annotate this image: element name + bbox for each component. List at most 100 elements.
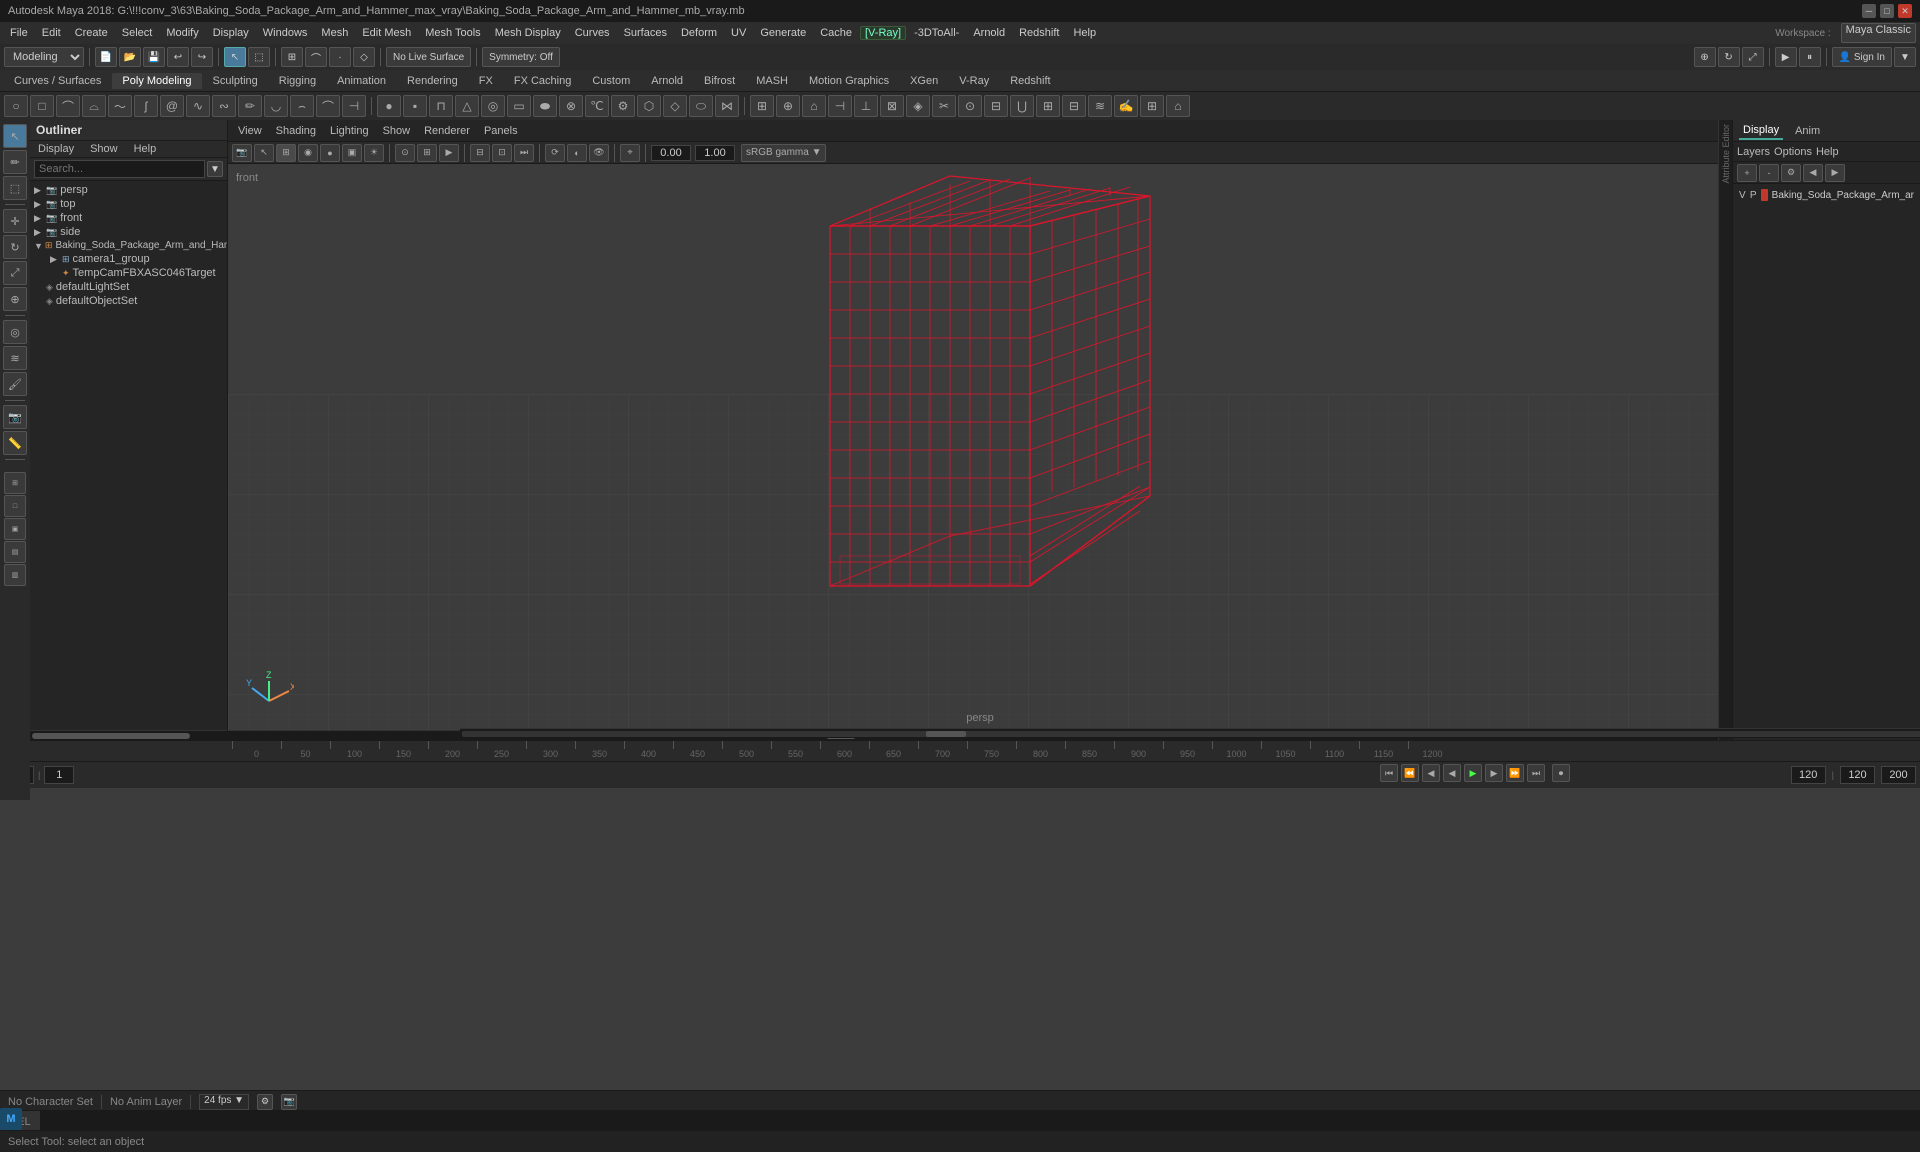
outliner-hscroll[interactable] bbox=[30, 730, 227, 740]
shape-extrude[interactable]: ⊣ bbox=[828, 95, 852, 117]
pb-prev-key[interactable]: ◀ bbox=[1422, 764, 1440, 782]
tab-curves-surfaces[interactable]: Curves / Surfaces bbox=[4, 73, 111, 89]
menu-edit-mesh[interactable]: Edit Mesh bbox=[356, 25, 417, 41]
lasso-btn[interactable]: ⬚ bbox=[248, 47, 270, 67]
right-menu-options[interactable]: Options bbox=[1774, 146, 1812, 158]
outliner-item-baking-soda[interactable]: ▼ ⊞ Baking_Soda_Package_Arm_and_Ham bbox=[30, 239, 227, 252]
pb-play-back[interactable]: ◀ bbox=[1443, 764, 1461, 782]
vp-select-icon[interactable]: ↖ bbox=[254, 144, 274, 162]
shape-separate[interactable]: ⊟ bbox=[1062, 95, 1086, 117]
vp-shaded-icon[interactable]: ● bbox=[320, 144, 340, 162]
mode-dropdown[interactable]: Modeling bbox=[4, 47, 84, 67]
vp-menu-panels[interactable]: Panels bbox=[478, 123, 524, 139]
sign-in-dropdown[interactable]: ▼ bbox=[1894, 47, 1916, 67]
layout-single[interactable]: □ bbox=[4, 495, 26, 517]
shape-square[interactable]: □ bbox=[30, 95, 54, 117]
shape-cube[interactable]: ▪ bbox=[403, 95, 427, 117]
menu-vray[interactable]: [V-Ray] bbox=[860, 26, 906, 40]
sculpt-tool[interactable]: ≋ bbox=[3, 346, 27, 370]
menu-arnold[interactable]: Arnold bbox=[967, 25, 1011, 41]
shape-helix[interactable]: ℃ bbox=[585, 95, 609, 117]
outliner-item-tempcam[interactable]: ✦ TempCamFBXASC046Target bbox=[30, 266, 227, 280]
open-file-btn[interactable]: 📂 bbox=[119, 47, 141, 67]
shape-disc[interactable]: ⬬ bbox=[533, 95, 557, 117]
layout-front[interactable]: ▥ bbox=[4, 564, 26, 586]
shape-super-ellipse[interactable]: ⬭ bbox=[689, 95, 713, 117]
shape-soccer[interactable]: ⬡ bbox=[637, 95, 661, 117]
outliner-show-menu[interactable]: Show bbox=[82, 141, 126, 157]
shape-bridge[interactable]: ⊥ bbox=[854, 95, 878, 117]
shape-append[interactable]: ⊠ bbox=[880, 95, 904, 117]
pb-step-back[interactable]: ⏪ bbox=[1401, 764, 1419, 782]
menu-cache[interactable]: Cache bbox=[814, 25, 858, 41]
right-panel-tab-anim[interactable]: Anim bbox=[1791, 123, 1824, 139]
tab-mash[interactable]: MASH bbox=[746, 73, 798, 89]
layout-side[interactable]: ▣ bbox=[4, 518, 26, 540]
shape-arc[interactable]: ⌓ bbox=[82, 95, 106, 117]
vp-menu-show[interactable]: Show bbox=[377, 123, 417, 139]
outliner-item-camera-group[interactable]: ▶ ⊞ camera1_group bbox=[30, 252, 227, 266]
range-start-input[interactable] bbox=[1840, 766, 1875, 784]
right-menu-layers[interactable]: Layers bbox=[1737, 146, 1770, 158]
menu-3dtoall[interactable]: -3DToAll- bbox=[908, 25, 965, 41]
workspace-dropdown[interactable]: Maya Classic bbox=[1841, 23, 1916, 43]
outliner-item-persp[interactable]: ▶ 📷 persp bbox=[30, 183, 227, 197]
menu-uv[interactable]: UV bbox=[725, 25, 752, 41]
shape-mirror[interactable]: ⊟ bbox=[984, 95, 1008, 117]
rotate-tool[interactable]: ↻ bbox=[3, 235, 27, 259]
vp-grid-icon[interactable]: ⊟ bbox=[470, 144, 490, 162]
tab-rendering[interactable]: Rendering bbox=[397, 73, 468, 89]
vp-gamma-mode-btn[interactable]: sRGB gamma ▼ bbox=[741, 144, 826, 162]
tab-redshift[interactable]: Redshift bbox=[1000, 73, 1060, 89]
rotate-btn[interactable]: ↻ bbox=[1718, 47, 1740, 67]
vp-menu-view[interactable]: View bbox=[232, 123, 268, 139]
attr-editor-tab[interactable]: Attribute Editor bbox=[1721, 124, 1731, 184]
new-file-btn[interactable]: 📄 bbox=[95, 47, 117, 67]
pb-record[interactable]: ⏺ bbox=[1552, 764, 1570, 782]
menu-generate[interactable]: Generate bbox=[754, 25, 812, 41]
shape-wave[interactable]: 〜 bbox=[108, 95, 132, 117]
vp-hud-icon[interactable]: ⊡ bbox=[492, 144, 512, 162]
layer-options-btn[interactable]: ⚙ bbox=[1781, 164, 1801, 182]
status-settings-btn[interactable]: ⚙ bbox=[257, 1094, 273, 1110]
lasso-tool[interactable]: ⬚ bbox=[3, 176, 27, 200]
vp-snap-icon[interactable]: ⌖ bbox=[620, 144, 640, 162]
tab-bifrost[interactable]: Bifrost bbox=[694, 73, 745, 89]
fps-dropdown[interactable]: 24 fps ▼ bbox=[199, 1094, 249, 1110]
snap-grid-btn[interactable]: ⊞ bbox=[281, 47, 303, 67]
shape-target-weld[interactable]: ⊙ bbox=[958, 95, 982, 117]
shape-ep[interactable]: ∾ bbox=[212, 95, 236, 117]
shape-deform[interactable]: ⌂ bbox=[1166, 95, 1190, 117]
vp-viewport-renderer[interactable]: ▶ bbox=[439, 144, 459, 162]
range-slider[interactable] bbox=[462, 731, 1920, 737]
soft-select-tool[interactable]: ◎ bbox=[3, 320, 27, 344]
menu-file[interactable]: File bbox=[4, 25, 34, 41]
render-btn[interactable]: ▶ bbox=[1775, 47, 1797, 67]
timeline-ruler[interactable]: 0 50 100 150 200 250 300 350 400 450 500… bbox=[232, 741, 1728, 761]
menu-display[interactable]: Display bbox=[207, 25, 255, 41]
vp-stereo-icon[interactable]: ◐ bbox=[567, 144, 587, 162]
outliner-item-side[interactable]: ▶ 📷 side bbox=[30, 225, 227, 239]
status-camera-btn[interactable]: 📷 bbox=[281, 1094, 297, 1110]
outliner-search-input[interactable] bbox=[34, 160, 205, 178]
shape-multi-cut[interactable]: ✂ bbox=[932, 95, 956, 117]
shape-gear[interactable]: ⚙ bbox=[611, 95, 635, 117]
menu-curves[interactable]: Curves bbox=[569, 25, 616, 41]
layout-4view[interactable]: ⊞ bbox=[4, 472, 26, 494]
layer-delete-btn[interactable]: - bbox=[1759, 164, 1779, 182]
pb-next-key[interactable]: ▶ bbox=[1485, 764, 1503, 782]
shape-2pt-arc[interactable]: ⌢ bbox=[290, 95, 314, 117]
menu-help[interactable]: Help bbox=[1067, 25, 1102, 41]
tab-vray[interactable]: V-Ray bbox=[949, 73, 999, 89]
menu-mesh-display[interactable]: Mesh Display bbox=[489, 25, 567, 41]
tab-fx[interactable]: FX bbox=[469, 73, 503, 89]
tab-motion-graphics[interactable]: Motion Graphics bbox=[799, 73, 899, 89]
menu-deform[interactable]: Deform bbox=[675, 25, 723, 41]
layout-top[interactable]: ▤ bbox=[4, 541, 26, 563]
range-slider-thumb[interactable] bbox=[926, 731, 966, 737]
menu-redshift[interactable]: Redshift bbox=[1013, 25, 1065, 41]
shape-pencil[interactable]: ✏ bbox=[238, 95, 262, 117]
shape-cylinder[interactable]: ⊓ bbox=[429, 95, 453, 117]
shape-smooth[interactable]: ≋ bbox=[1088, 95, 1112, 117]
show-manip-tool[interactable]: ⊕ bbox=[3, 287, 27, 311]
